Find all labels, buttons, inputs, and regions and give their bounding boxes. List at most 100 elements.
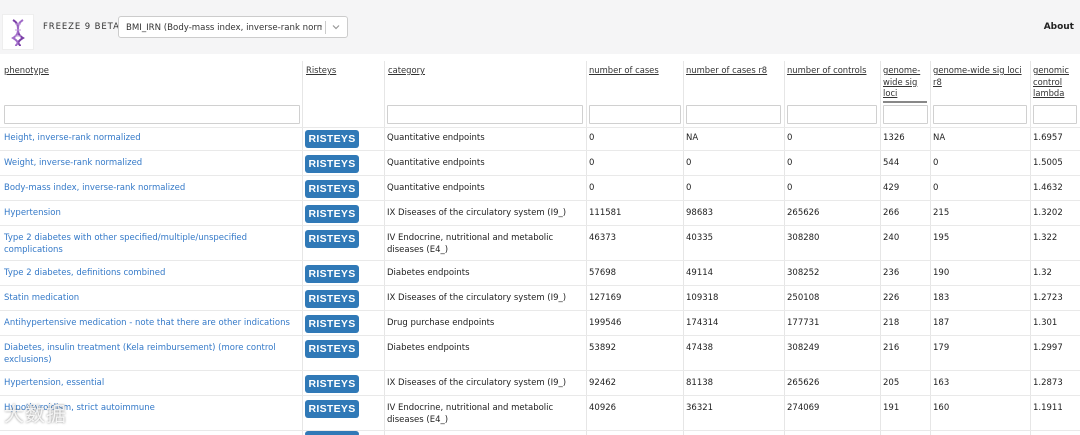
cases-r8-cell: 109318 <box>686 293 719 303</box>
category-cell: Quantitative endpoints <box>387 183 485 193</box>
column-header-phenotype[interactable]: phenotype <box>4 65 49 77</box>
category-cell: IX Diseases of the circulatory system (I… <box>387 293 567 303</box>
controls-cell: 250108 <box>787 293 820 303</box>
column-header-cases-r8[interactable]: number of cases r8 <box>686 65 767 77</box>
risteys-button[interactable]: RISTEYS <box>305 180 359 198</box>
column-header-cases[interactable]: number of cases <box>589 65 659 77</box>
cases-filter-input[interactable] <box>589 105 681 124</box>
cases-r8-cell: 0 <box>686 158 692 168</box>
lambda-cell: 1.6957 <box>1033 133 1063 143</box>
phenotype-link[interactable]: Hypertension, essential <box>4 377 300 389</box>
phenotype-link[interactable]: Weight, inverse-rank normalized <box>4 157 300 169</box>
lambda-cell: 1.1911 <box>1033 403 1063 413</box>
phenotype-link[interactable]: Body-mass index, inverse-rank normalized <box>4 182 300 194</box>
table-row: Height, inverse-rank normalized RISTEYS Qu… <box>0 126 1080 151</box>
sig-loci-cell: 216 <box>883 343 900 353</box>
cases-r8-cell: 81138 <box>686 378 714 388</box>
risteys-button[interactable]: RISTEYS <box>305 400 359 418</box>
controls-cell: 265626 <box>787 208 820 218</box>
chevron-down-icon[interactable] <box>330 21 342 33</box>
category-filter-input[interactable] <box>387 105 583 124</box>
sig-loci-cell: 218 <box>883 318 900 328</box>
cases-r8-cell: 49114 <box>686 268 714 278</box>
category-cell: IV Endocrine, nutritional and metabolic … <box>387 233 554 255</box>
controls-cell: 274069 <box>787 403 820 413</box>
column-header-sig-loci-r8[interactable]: genome-wide sig loci r8 <box>933 65 1027 88</box>
controls-filter-input[interactable] <box>787 105 877 124</box>
table-row: Body-mass index, inverse-rank normalized… <box>0 176 1080 201</box>
sig-loci-r8-cell: 0 <box>933 158 939 168</box>
risteys-button[interactable]: RISTEYS <box>305 265 359 283</box>
sig-loci-r8-cell: 179 <box>933 343 950 353</box>
table-row: Statin medication RISTEYS IX Diseases of t… <box>0 286 1080 311</box>
about-link[interactable]: About <box>1044 22 1074 32</box>
lambda-cell: 1.322 <box>1033 233 1058 243</box>
cases-r8-cell: 98683 <box>686 208 714 218</box>
controls-cell: 308252 <box>787 268 820 278</box>
cases-r8-cell: 174314 <box>686 318 719 328</box>
category-cell: Diabetes endpoints <box>387 268 470 278</box>
category-cell: Quantitative endpoints <box>387 158 485 168</box>
column-header-controls[interactable]: number of controls <box>787 65 866 77</box>
sig-loci-r8-cell: 0 <box>933 183 939 193</box>
sig-loci-r8-cell: 215 <box>933 208 950 218</box>
cases-cell: 46373 <box>589 233 617 243</box>
app-header: FREEZE 9 BETA BMI_IRN (Body-mass index, … <box>0 0 1080 54</box>
table-row: Antihypertensive medication - note that … <box>0 311 1080 336</box>
risteys-button[interactable]: RISTEYS <box>305 315 359 333</box>
controls-cell: 177731 <box>787 318 820 328</box>
risteys-button[interactable]: RISTEYS <box>305 375 359 393</box>
cases-r8-cell: 0 <box>686 183 692 193</box>
cases-r8-filter-input[interactable] <box>686 105 781 124</box>
sig-loci-r8-filter-input[interactable] <box>933 105 1027 124</box>
phenotype-select[interactable]: BMI_IRN (Body-mass index, inverse-rank n… <box>118 16 348 38</box>
table-row: Weight, inverse-rank normalized RISTEYS Qu… <box>0 151 1080 176</box>
phenotype-link[interactable]: Statin medication <box>4 292 300 304</box>
category-cell: IX Diseases of the circulatory system (I… <box>387 378 567 388</box>
sig-loci-filter-input[interactable] <box>883 105 928 124</box>
lambda-cell: 1.5005 <box>1033 158 1063 168</box>
sig-loci-r8-cell: 187 <box>933 318 950 328</box>
cases-cell: 0 <box>589 133 595 143</box>
sig-loci-cell: 205 <box>883 378 900 388</box>
cases-r8-cell: 40335 <box>686 233 714 243</box>
phenotype-filter-input[interactable] <box>4 105 300 124</box>
cases-cell: 92462 <box>589 378 617 388</box>
column-header-sig-loci[interactable]: genome-wide sig loci <box>883 65 927 103</box>
category-cell: Drug purchase endpoints <box>387 318 495 328</box>
phenotype-link[interactable]: Type 2 diabetes with other specified/mul… <box>4 232 300 256</box>
sig-loci-r8-cell: 163 <box>933 378 950 388</box>
lambda-cell: 1.32 <box>1033 268 1052 278</box>
risteys-button[interactable]: RISTEYS <box>305 340 359 358</box>
phenotype-link[interactable]: Type 2 diabetes, definitions combined <box>4 267 300 279</box>
controls-cell: 265626 <box>787 378 820 388</box>
phenotype-link[interactable]: Height, inverse-rank normalized <box>4 132 300 144</box>
lambda-cell: 1.4632 <box>1033 183 1063 193</box>
table-row: Type 2 diabetes with other specified/mul… <box>0 226 1080 261</box>
risteys-button[interactable]: RISTEYS <box>305 155 359 173</box>
watermark: 大数据 <box>4 402 67 426</box>
select-divider <box>325 21 326 34</box>
sig-loci-cell: 191 <box>883 403 900 413</box>
phenotype-link[interactable]: Antihypertensive medication - note that … <box>4 317 300 329</box>
risteys-button[interactable]: RISTEYS <box>305 130 359 148</box>
column-header-category[interactable]: category <box>388 65 425 77</box>
column-header-risteys[interactable]: Risteys <box>306 65 336 77</box>
cases-cell: 0 <box>589 183 595 193</box>
risteys-button[interactable] <box>305 431 359 435</box>
lambda-filter-input[interactable] <box>1033 105 1077 124</box>
column-header-lambda[interactable]: genomic control lambda <box>1033 65 1077 100</box>
category-cell: IX Diseases of the circulatory system (I… <box>387 208 567 218</box>
risteys-button[interactable]: RISTEYS <box>305 205 359 223</box>
sig-loci-cell: 240 <box>883 233 900 243</box>
lambda-cell: 1.2873 <box>1033 378 1063 388</box>
sig-loci-r8-cell: 190 <box>933 268 950 278</box>
sig-loci-cell: 266 <box>883 208 900 218</box>
risteys-button[interactable]: RISTEYS <box>305 290 359 308</box>
phenotype-link[interactable]: Hypertension <box>4 207 300 219</box>
dna-logo-icon[interactable] <box>2 14 34 50</box>
risteys-button[interactable]: RISTEYS <box>305 230 359 248</box>
controls-cell: 308280 <box>787 233 820 243</box>
phenotype-link[interactable]: Diabetes, insulin treatment (Kela reimbu… <box>4 342 300 366</box>
cases-cell: 40926 <box>589 403 617 413</box>
